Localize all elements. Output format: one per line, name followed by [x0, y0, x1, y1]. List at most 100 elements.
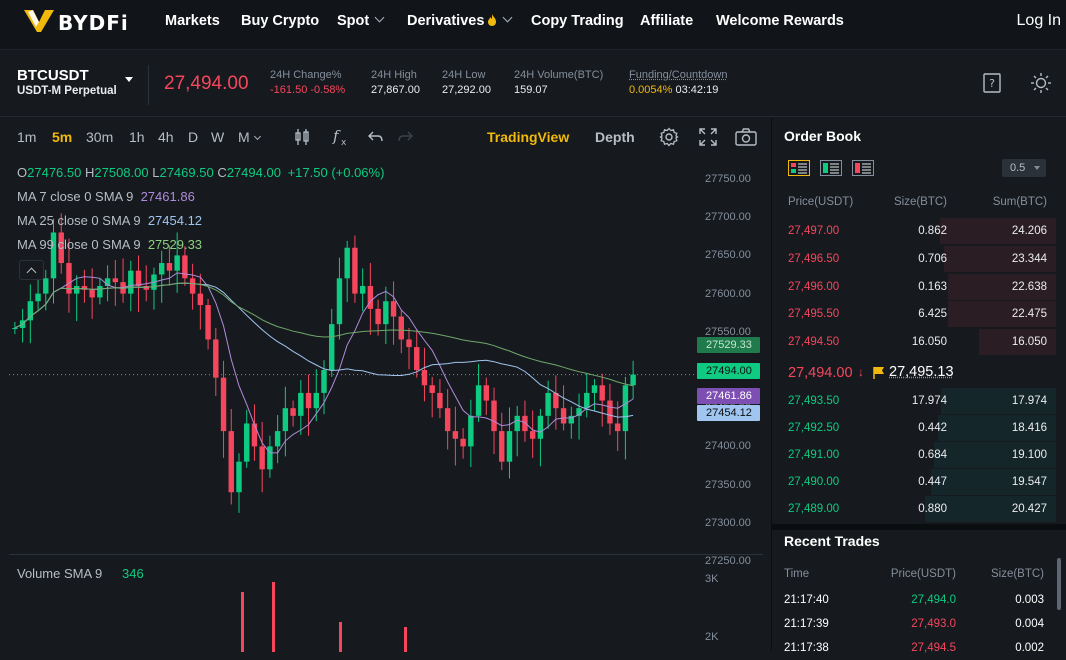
interval-30m[interactable]: 30m	[86, 129, 113, 145]
ask-size: 0.163	[918, 280, 947, 293]
candle-body	[305, 392, 312, 409]
stat-value: 27,292.00	[442, 84, 491, 96]
candle-body	[560, 408, 567, 424]
interval-1h[interactable]: 1h	[129, 129, 145, 145]
ma7-legend[interactable]: MA 7 close 0 SMA 9 27461.86	[17, 189, 195, 204]
ask-row[interactable]: 27,496.50 0.706 23.344	[772, 245, 1062, 273]
candle-body	[313, 392, 319, 409]
ma7-value: 27461.86	[140, 189, 195, 204]
interval-4h[interactable]: 4h	[158, 129, 174, 145]
help-doc-icon[interactable]: ?	[981, 72, 1003, 94]
bid-size: 0.880	[918, 503, 947, 515]
ask-row[interactable]: 27,497.00 0.862 24.206	[772, 217, 1062, 245]
ask-sum: 23.344	[1011, 252, 1047, 265]
trade-size: 0.003	[1015, 594, 1044, 606]
ohlc-open: 27476.50	[27, 165, 82, 180]
price-axis[interactable]: 27750.00 27700.00 27650.00 27600.00 27550.00…	[697, 158, 763, 567]
precision-select[interactable]: 0.5	[1002, 159, 1046, 177]
caret-down-icon[interactable]	[125, 77, 133, 82]
interval-5m[interactable]: 5m	[52, 129, 72, 145]
stat-label: Funding/Countdown	[629, 69, 728, 81]
svg-text:f: f	[332, 127, 341, 145]
orderbook-both-view-icon[interactable]	[788, 160, 810, 176]
bid-row[interactable]: 27,491.00 0.684 19.100	[772, 441, 1062, 469]
ohlc-legend: O27476.50 H27508.00 L27469.50 C27494.00 …	[17, 165, 384, 180]
arrow-down-icon: ↓	[858, 365, 864, 379]
ask-row[interactable]: 27,494.50 16.050 16.050	[772, 328, 1062, 356]
candle-body	[344, 247, 350, 279]
settings-gear-icon[interactable]	[659, 127, 679, 147]
header-size: Size(BTC)	[990, 568, 1044, 580]
ma99-legend[interactable]: MA 99 close 0 SMA 9 27529.33	[17, 237, 202, 252]
trade-time: 21:17:40	[784, 594, 829, 606]
orderbook-bids-view-icon[interactable]	[820, 160, 842, 176]
price-tick: 27600.00	[705, 287, 751, 300]
nav-copy-trading[interactable]: Copy Trading	[531, 13, 624, 29]
candle-body	[213, 339, 219, 378]
ohlc-h-label: H	[84, 165, 95, 180]
mark-price[interactable]: 27,495.13	[889, 364, 954, 380]
trades-scrollbar[interactable]	[1057, 558, 1061, 610]
symbol-selector[interactable]: BTCUSDT	[17, 67, 89, 84]
nav-buy-crypto[interactable]: Buy Crypto	[241, 13, 319, 29]
logo-text: BYDFi	[58, 11, 129, 35]
screenshot-camera-icon[interactable]	[735, 128, 757, 146]
volume-panel[interactable]: Volume SMA 9 346	[9, 554, 697, 652]
logo[interactable]: BYDFi	[24, 8, 129, 38]
fullscreen-icon[interactable]	[699, 128, 717, 146]
redo-icon[interactable]	[397, 130, 413, 144]
chart-area: 1m 5m 30m 1h 4h D W M fx TradingView Dep…	[0, 118, 770, 652]
nav-welcome-rewards[interactable]: Welcome Rewards	[716, 13, 844, 29]
trades-header: Time Price(USDT) Size(BTC)	[772, 562, 1062, 586]
ask-price: 27,496.50	[788, 252, 840, 265]
candle-body	[444, 408, 451, 432]
nav-affiliate[interactable]: Affiliate	[640, 13, 693, 29]
header-price: Price(USDT)	[890, 568, 956, 580]
bid-row[interactable]: 27,490.00 0.447 19.547	[772, 468, 1062, 496]
candle-body	[112, 278, 119, 283]
bid-row[interactable]: 27,489.00 0.880 20.427	[772, 495, 1062, 523]
tab-tradingview[interactable]: TradingView	[487, 129, 569, 145]
stat-funding[interactable]: Funding/Countdown 0.0054% 03:42:19	[629, 69, 727, 96]
ohlc-high: 27508.00	[94, 165, 149, 180]
candle-type-icon[interactable]	[294, 128, 310, 146]
interval-w[interactable]: W	[211, 129, 224, 145]
theme-sun-icon[interactable]	[1030, 72, 1052, 94]
ma25-legend[interactable]: MA 25 close 0 SMA 9 27454.12	[17, 213, 202, 228]
orderbook-asks-view-icon[interactable]	[852, 160, 874, 176]
bid-row[interactable]: 27,493.50 17.974 17.974	[772, 387, 1062, 415]
candle-body	[205, 305, 211, 340]
candle-body	[506, 431, 513, 462]
candle-body	[599, 385, 605, 401]
orderbook-title: Order Book	[784, 128, 862, 144]
login-button[interactable]: Log In	[1017, 12, 1061, 30]
tab-depth[interactable]: Depth	[595, 129, 635, 145]
bid-sum: 19.547	[1011, 476, 1047, 488]
vol-tick-2k: 2K	[705, 631, 719, 643]
candle-body	[622, 385, 629, 432]
last-price-tag: 27494.00	[697, 363, 760, 379]
indicators-fx-icon[interactable]: fx	[332, 127, 350, 147]
interval-d[interactable]: D	[188, 129, 198, 145]
trade-row: 21:17:40 27,494.0 0.003	[772, 588, 1062, 612]
ohlc-o-label: O	[17, 165, 28, 180]
ask-row[interactable]: 27,496.00 0.163 22.638	[772, 273, 1062, 301]
section-divider	[772, 524, 1066, 530]
candle-body	[483, 385, 490, 401]
bid-row[interactable]: 27,492.50 0.442 18.416	[772, 414, 1062, 442]
interval-m[interactable]: M	[238, 129, 261, 145]
ask-row[interactable]: 27,495.50 6.425 22.475	[772, 300, 1062, 328]
trade-row: 21:17:38 27,494.5 0.002	[772, 636, 1062, 660]
nav-spot[interactable]: Spot	[337, 12, 385, 29]
candle-body	[158, 263, 165, 275]
collapse-legend-button[interactable]	[19, 260, 44, 280]
chevron-up-icon	[26, 267, 37, 278]
undo-icon[interactable]	[368, 130, 384, 144]
interval-1m[interactable]: 1m	[17, 129, 36, 145]
top-navigation: BYDFi Markets Buy Crypto Spot Derivative…	[0, 0, 1066, 50]
nav-markets[interactable]: Markets	[165, 13, 220, 29]
ohlc-c-label: C	[217, 165, 227, 180]
stat-24h-change: 24H Change% -161.50 -0.58%	[270, 69, 345, 96]
trade-size: 0.004	[1015, 618, 1044, 630]
nav-derivatives[interactable]: Derivatives	[407, 12, 513, 29]
